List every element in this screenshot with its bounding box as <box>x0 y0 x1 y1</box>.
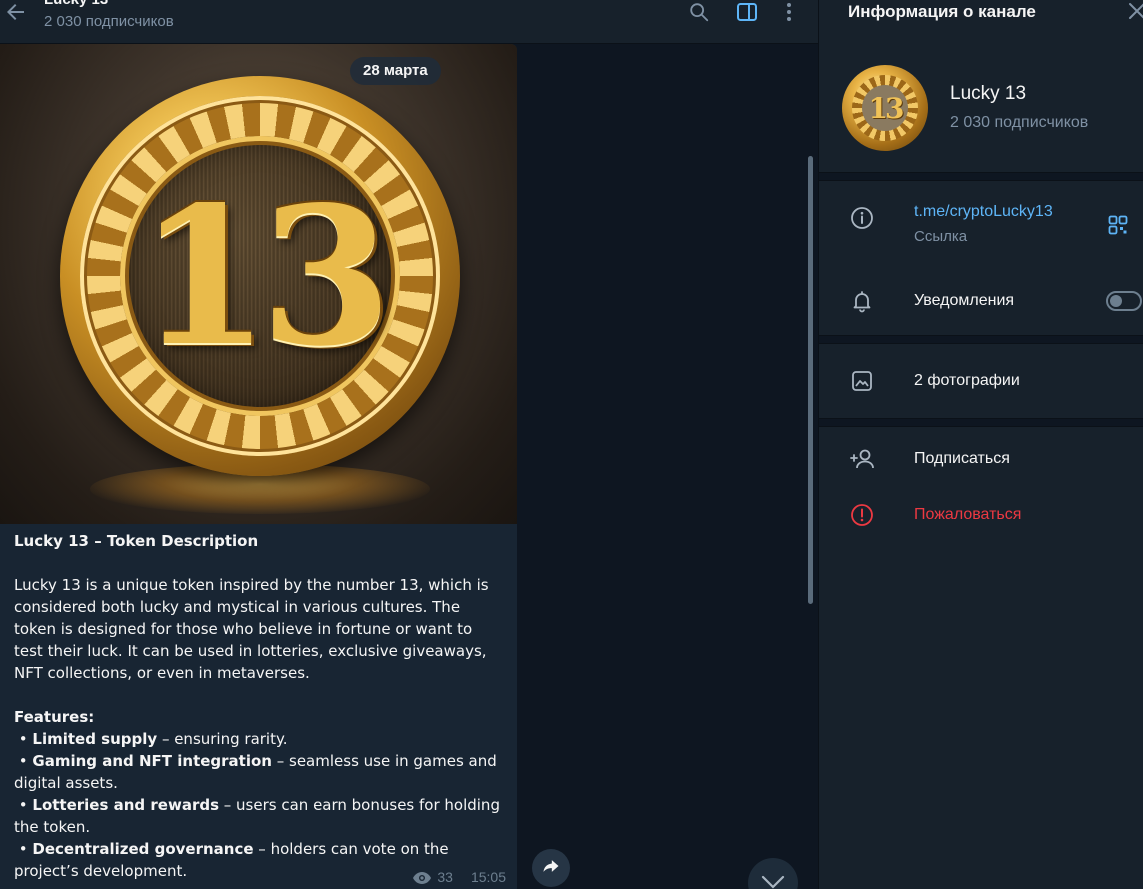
message-photo[interactable]: 13 28 марта <box>0 44 517 524</box>
link-caption: Ссылка <box>914 228 968 245</box>
message-time: 15:05 <box>470 869 506 885</box>
section-divider <box>819 172 1143 181</box>
eye-icon <box>413 871 432 884</box>
back-arrow-icon[interactable] <box>4 0 28 24</box>
notifications-toggle[interactable] <box>1106 291 1142 311</box>
scroll-down-button[interactable] <box>748 858 798 889</box>
feature-item: • Limited supply – ensuring rarity. <box>14 730 288 748</box>
photo-icon <box>850 369 874 393</box>
channel-avatar[interactable]: 13 <box>842 65 928 151</box>
subscribe-button[interactable]: Подписаться <box>914 450 1010 468</box>
chat-header: Lucky 13 2 030 подписчиков <box>0 0 818 44</box>
chat-subscriber-count: 2 030 подписчиков <box>44 13 174 30</box>
panel-title: Информация о канале <box>848 2 1036 21</box>
section-divider <box>819 418 1143 427</box>
warning-icon <box>850 503 874 527</box>
add-user-icon <box>850 447 874 471</box>
photos-item[interactable]: 2 фотографии <box>914 372 1020 390</box>
date-badge: 28 марта <box>350 57 441 85</box>
chat-scrollbar-thumb[interactable] <box>808 156 813 604</box>
toggle-knob <box>1110 295 1122 307</box>
section-divider <box>819 335 1143 344</box>
feature-item: • Lotteries and rewards – users can earn… <box>14 796 500 836</box>
chat-title[interactable]: Lucky 13 <box>44 0 108 8</box>
search-icon[interactable] <box>687 0 711 24</box>
chat-column: Lucky 13 2 030 подписчиков 13 28 марта L… <box>0 0 818 889</box>
share-button[interactable] <box>532 849 570 887</box>
feature-item: • Gaming and NFT integration – seamless … <box>14 752 497 792</box>
channel-subscriber-count: 2 030 подписчиков <box>950 114 1089 131</box>
message-meta: 33 15:05 <box>413 869 506 885</box>
view-count: 33 <box>437 869 453 885</box>
channel-name: Lucky 13 <box>950 83 1027 104</box>
report-button[interactable]: Пожаловаться <box>914 506 1021 524</box>
avatar-numeral: 13 <box>862 85 908 131</box>
close-icon[interactable] <box>1128 2 1143 20</box>
channel-info-panel: Информация о канале 13 Lucky 13 2 030 по… <box>818 0 1143 889</box>
bell-icon <box>850 289 874 313</box>
message-text: Lucky 13 – Token Description Lucky 13 is… <box>14 530 504 882</box>
side-panel-icon[interactable] <box>735 0 759 24</box>
info-icon <box>850 206 874 230</box>
channel-link[interactable]: t.me/cryptoLucky13 <box>914 203 1053 221</box>
message-paragraph: Lucky 13 is a unique token inspired by t… <box>14 576 489 682</box>
message-title: Lucky 13 – Token Description <box>14 532 259 550</box>
chevron-down-icon <box>760 874 786 889</box>
notifications-label: Уведомления <box>914 292 1015 309</box>
qr-code-icon[interactable] <box>1108 215 1128 235</box>
coin-numeral: 13 <box>137 164 392 388</box>
more-vertical-icon[interactable] <box>777 0 801 24</box>
features-heading: Features: <box>14 708 95 726</box>
message-bubble[interactable]: 13 28 марта Lucky 13 – Token Description… <box>0 44 517 889</box>
share-arrow-icon <box>541 856 561 881</box>
